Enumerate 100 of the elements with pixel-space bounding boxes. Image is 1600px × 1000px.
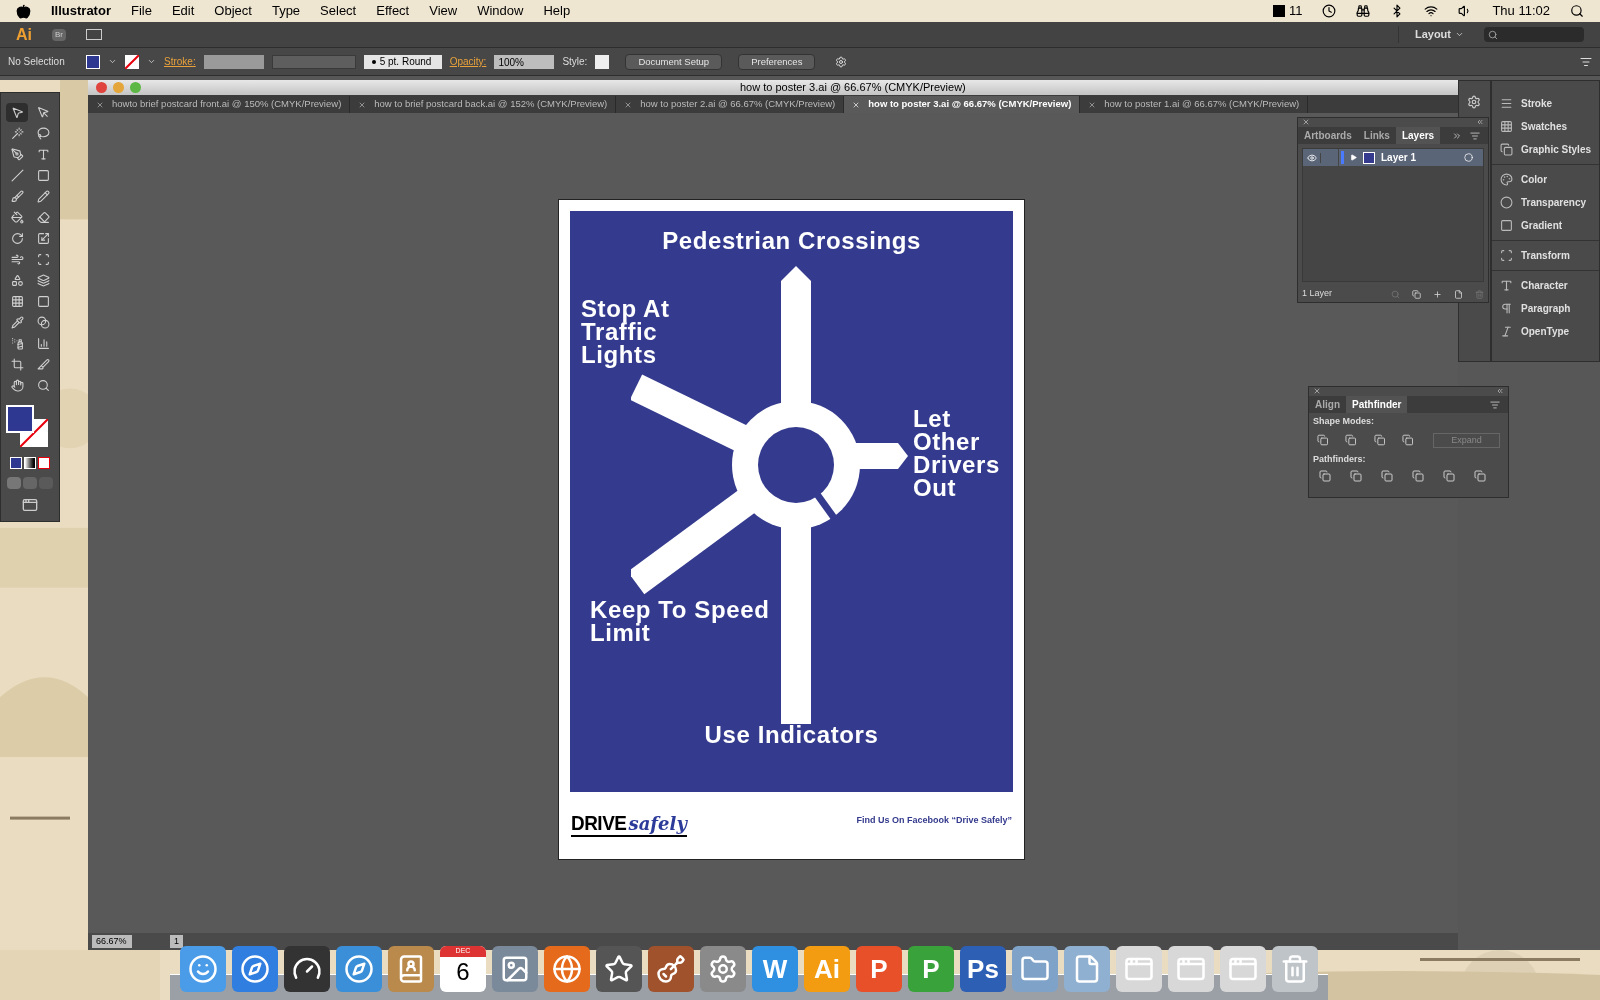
section-label: Pathfinders: [1312, 452, 1367, 466]
app-tile[interactable]: Ps [960, 946, 1006, 992]
shape-mode-icon[interactable] [1373, 434, 1386, 446]
search-field[interactable] [1484, 27, 1584, 42]
shape-mode-icon[interactable] [1443, 470, 1455, 482]
panel-button[interactable]: OpenType [1491, 320, 1599, 343]
star-icon [604, 954, 634, 984]
clock-text[interactable]: Thu 11:02 [1492, 1, 1550, 21]
variable-width-field[interactable] [271, 54, 356, 69]
menu-item[interactable]: File [130, 1, 152, 21]
panel-button[interactable]: Gradient [1491, 214, 1599, 237]
style-label: Style: [562, 55, 588, 69]
target-icon[interactable] [1464, 153, 1473, 162]
caret-icon[interactable] [108, 57, 117, 66]
close-icon[interactable] [96, 100, 104, 109]
menu-item[interactable]: Window [477, 1, 524, 21]
gear-icon [708, 954, 738, 984]
wifi-icon[interactable] [1424, 4, 1439, 18]
shape-mode-icon[interactable] [1317, 434, 1329, 446]
opacity-field[interactable]: 100% [494, 54, 555, 69]
panel-button[interactable]: Color [1491, 168, 1599, 191]
toolbar-button[interactable]: Preferences [738, 53, 816, 70]
panel-tab[interactable]: Align [1309, 396, 1346, 413]
menu-item[interactable]: Effect [376, 1, 410, 21]
dock-item[interactable] [596, 946, 642, 992]
shape-mode-icon[interactable] [1350, 470, 1362, 482]
panel-tab[interactable]: Artboards [1298, 127, 1358, 144]
menu-item[interactable]: Select [320, 1, 357, 21]
shape-mode-icon[interactable] [1381, 470, 1393, 482]
workspace-menu[interactable]: Layout [1397, 26, 1464, 43]
panel-tab[interactable]: Pathfinder [1346, 396, 1408, 413]
panel-tab[interactable]: Links [1357, 127, 1396, 144]
grid-icon [1499, 120, 1513, 133]
panel-button[interactable]: Transparency [1491, 191, 1599, 214]
close-icon[interactable] [358, 100, 367, 109]
toolbar-button[interactable]: Document Setup [625, 53, 723, 70]
new-sublayer-icon[interactable] [1433, 289, 1442, 299]
dock-item[interactable] [648, 946, 694, 992]
caret-icon[interactable] [1455, 30, 1464, 39]
circle-icon [1499, 196, 1513, 209]
panel-menu-icon[interactable] [1470, 131, 1480, 141]
search-icon[interactable] [1570, 4, 1584, 18]
pilcrow-icon [1499, 302, 1513, 315]
panel-menu-icon[interactable] [1490, 400, 1500, 410]
fill-swatch[interactable] [86, 54, 100, 69]
binoculars-icon[interactable] [1356, 4, 1371, 18]
options-icon[interactable] [835, 55, 848, 68]
panel-button[interactable]: Stroke [1491, 92, 1599, 115]
apple-icon[interactable] [16, 3, 31, 19]
app-tile[interactable]: W [752, 946, 798, 992]
menu-item[interactable]: Edit [171, 1, 195, 21]
layer-row[interactable]: Layer 1 [1303, 149, 1483, 166]
artboard-field[interactable]: 1 [170, 934, 183, 949]
brush-field[interactable]: 5 pt. Round [363, 54, 442, 69]
stroke-weight-field[interactable] [203, 54, 264, 69]
clock-icon[interactable] [1322, 4, 1337, 18]
opacity-label[interactable]: Opacity: [449, 54, 487, 69]
stroke-swatch[interactable] [125, 54, 139, 69]
shape-mode-icon[interactable] [1319, 470, 1331, 482]
zoom-field[interactable]: 66.67% [92, 934, 132, 949]
close-icon[interactable] [624, 100, 633, 109]
update-count[interactable]: 11 [1288, 1, 1303, 21]
close-icon[interactable] [852, 100, 861, 109]
dock-item[interactable] [284, 946, 330, 992]
close-icon[interactable] [1088, 100, 1097, 109]
bridge-button[interactable]: Br [52, 28, 66, 41]
expand-icon[interactable] [1350, 154, 1357, 161]
eye-icon[interactable] [1306, 152, 1317, 163]
shape-mode-icon[interactable] [1345, 434, 1357, 446]
gear-icon[interactable] [1467, 95, 1482, 109]
stroke-label[interactable]: Stroke: [164, 54, 196, 69]
panel-tab[interactable]: Layers [1395, 127, 1441, 144]
panel-button[interactable]: Paragraph [1491, 297, 1599, 320]
panel-menu-icon[interactable] [1580, 55, 1592, 68]
menu-item[interactable]: Help [543, 1, 571, 21]
style-swatch[interactable] [595, 54, 610, 69]
arrange-icon[interactable] [86, 29, 102, 40]
menu-item[interactable]: Type [271, 1, 301, 21]
close-icon[interactable] [1313, 387, 1321, 395]
poster-label: Stop At Traffic Lights [581, 297, 671, 366]
panel-button[interactable]: Graphic Styles [1491, 138, 1599, 161]
collapse-icon[interactable] [1496, 387, 1504, 395]
collapse-icon[interactable] [1476, 118, 1484, 126]
more-icon[interactable] [1452, 131, 1462, 141]
menu-item[interactable]: View [429, 1, 458, 21]
panel-button[interactable]: Swatches [1491, 115, 1599, 138]
shape-mode-icon[interactable] [1402, 434, 1414, 446]
panel-button[interactable]: Character [1491, 274, 1599, 297]
close-button[interactable] [96, 82, 107, 93]
app-menu[interactable]: Illustrator [51, 1, 111, 21]
clipping-icon[interactable] [1412, 289, 1421, 299]
shape-mode-icon[interactable] [1412, 470, 1424, 482]
shape-mode-icon[interactable] [1474, 470, 1486, 482]
new-layer-icon[interactable] [1454, 289, 1463, 299]
app-tile[interactable]: P [856, 946, 902, 992]
panel-button[interactable]: Transform [1491, 244, 1599, 267]
caret-icon[interactable] [147, 57, 156, 66]
menu-item[interactable]: Object [214, 1, 252, 21]
close-icon[interactable] [1302, 118, 1310, 126]
document-tab[interactable]: how to poster 3.ai @ 66.67% (CMYK/Preview) [844, 96, 1081, 113]
